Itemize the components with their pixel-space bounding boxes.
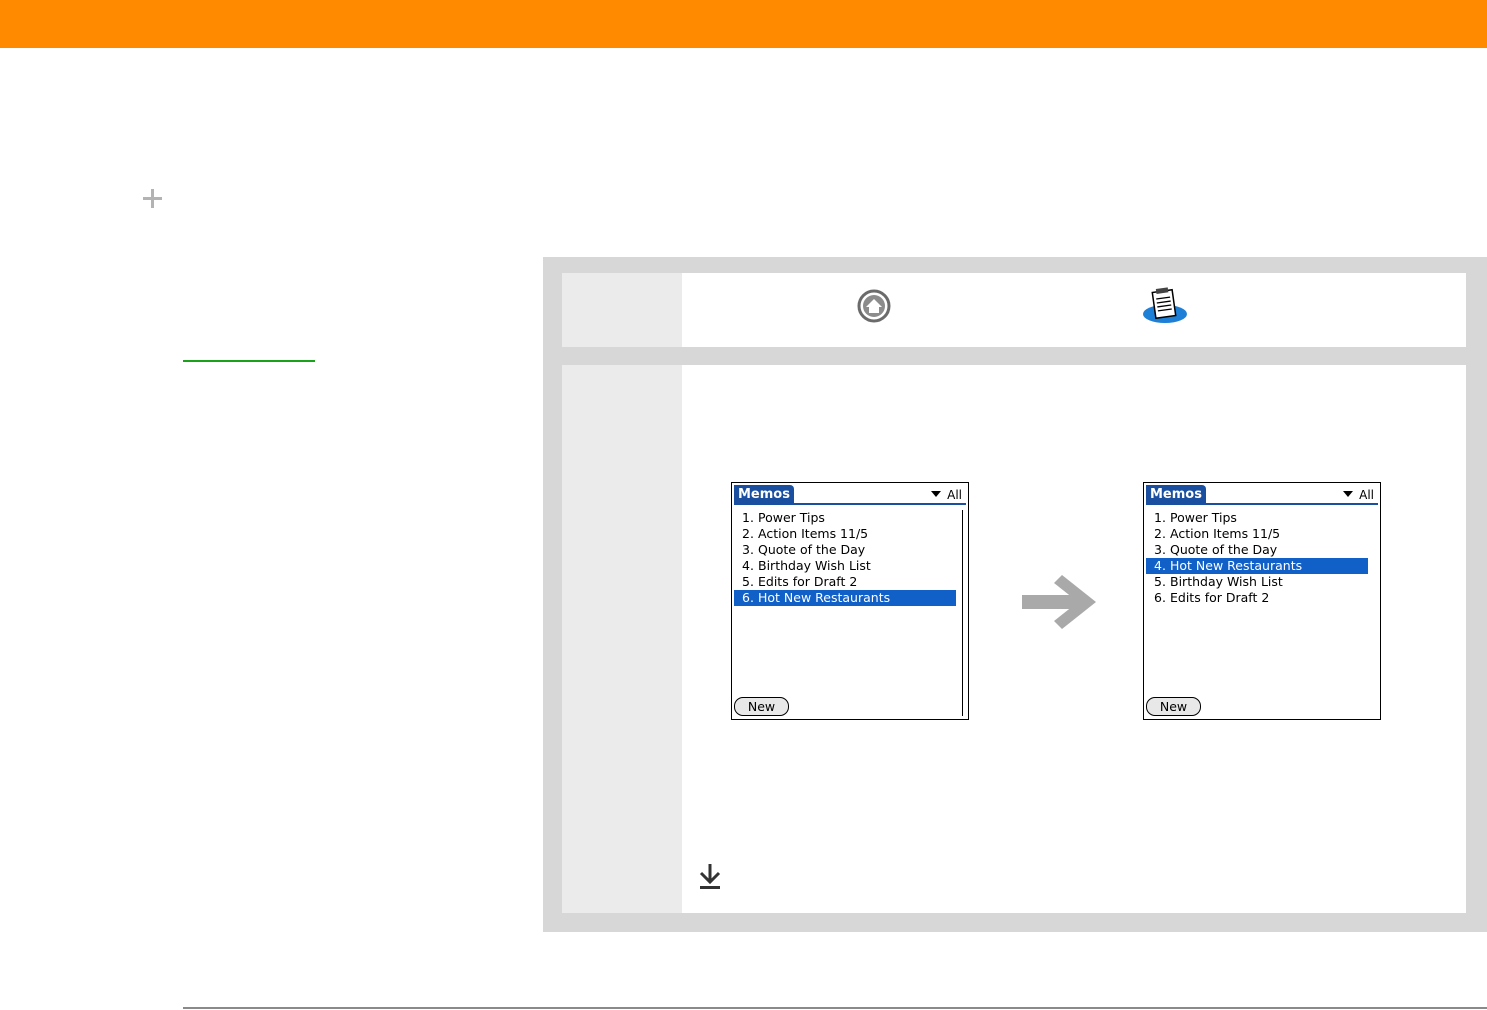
memos-tab: Memos (734, 485, 794, 505)
arrow-right-icon (1022, 575, 1096, 629)
footer-rule (183, 1007, 1487, 1009)
page: Memos All 1. Power Tips 2. Action Items 11… (0, 0, 1487, 1010)
memo-list: 1. Power Tips 2. Action Items 11/5 3. Quote… (734, 510, 956, 606)
list-item[interactable]: 5. Edits for Draft 2 (734, 574, 956, 590)
item-number: 2. (1154, 526, 1166, 541)
category-label: All (947, 488, 962, 502)
list-item[interactable]: 2. Action Items 11/5 (1146, 526, 1368, 542)
item-number: 1. (742, 510, 754, 525)
category-picker[interactable]: All (931, 487, 962, 503)
memos-screen-after: Memos All 1. Power Tips 2. Action Items 11… (1143, 482, 1381, 720)
list-item[interactable]: 6. Hot New Restaurants (734, 590, 956, 606)
step-number-cell (562, 273, 682, 347)
memo-list: 1. Power Tips 2. Action Items 11/5 3. Quote… (1146, 510, 1368, 606)
item-label: Power Tips (1170, 510, 1237, 525)
item-number: 5. (1154, 574, 1166, 589)
item-label: Hot New Restaurants (758, 590, 891, 605)
item-number: 3. (742, 542, 754, 557)
list-item[interactable]: 4. Hot New Restaurants (1146, 558, 1368, 574)
item-label: Hot New Restaurants (1170, 558, 1303, 573)
item-number: 3. (1154, 542, 1166, 557)
top-bar (0, 0, 1487, 48)
list-item[interactable]: 5. Birthday Wish List (1146, 574, 1368, 590)
new-button[interactable]: New (734, 697, 789, 716)
list-item[interactable]: 6. Edits for Draft 2 (1146, 590, 1368, 606)
item-label: Quote of the Day (1170, 542, 1278, 557)
item-number: 6. (1154, 590, 1166, 605)
step-row-1 (562, 273, 1466, 347)
item-label: Edits for Draft 2 (1170, 590, 1270, 605)
list-item[interactable]: 1. Power Tips (1146, 510, 1368, 526)
list-item[interactable]: 1. Power Tips (734, 510, 956, 526)
item-number: 4. (1154, 558, 1166, 573)
item-number: 2. (742, 526, 754, 541)
home-icon (857, 289, 891, 323)
download-arrow-icon[interactable] (698, 862, 722, 890)
item-label: Action Items 11/5 (1170, 526, 1281, 541)
item-number: 5. (742, 574, 754, 589)
item-label: Quote of the Day (758, 542, 866, 557)
item-number: 4. (742, 558, 754, 573)
memos-screen-before: Memos All 1. Power Tips 2. Action Items 11… (731, 482, 969, 720)
memos-tab: Memos (1146, 485, 1206, 505)
plus-icon[interactable] (141, 187, 164, 210)
memos-app-icon (1143, 287, 1187, 323)
dropdown-triangle-icon (931, 491, 942, 497)
list-item[interactable]: 3. Quote of the Day (1146, 542, 1368, 558)
step-number-cell (562, 365, 682, 913)
related-link[interactable] (183, 360, 315, 362)
scrollbar[interactable] (962, 510, 965, 716)
list-item[interactable]: 3. Quote of the Day (734, 542, 956, 558)
item-label: Action Items 11/5 (758, 526, 869, 541)
item-label: Birthday Wish List (1170, 574, 1283, 589)
item-number: 6. (742, 590, 754, 605)
item-label: Power Tips (758, 510, 825, 525)
category-label: All (1359, 488, 1374, 502)
item-number: 1. (1154, 510, 1166, 525)
title-bar: Memos All (1146, 485, 1378, 505)
list-item[interactable]: 4. Birthday Wish List (734, 558, 956, 574)
item-label: Edits for Draft 2 (758, 574, 858, 589)
list-item[interactable]: 2. Action Items 11/5 (734, 526, 956, 542)
dropdown-triangle-icon (1343, 491, 1354, 497)
title-bar: Memos All (734, 485, 966, 505)
item-label: Birthday Wish List (758, 558, 871, 573)
category-picker[interactable]: All (1343, 487, 1374, 503)
new-button[interactable]: New (1146, 697, 1201, 716)
